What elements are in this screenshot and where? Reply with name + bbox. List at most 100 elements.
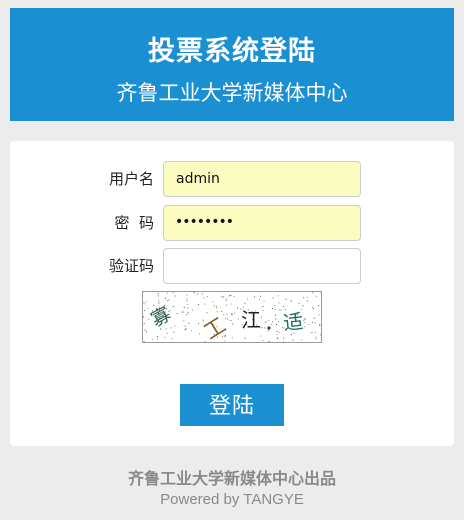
captcha-canvas: 寡 工 江 适: [143, 292, 321, 342]
captcha-noise-speck: [262, 340, 264, 341]
header-banner: 投票系统登陆 齐鲁工业大学新媒体中心: [10, 8, 454, 121]
captcha-noise-speck: [186, 300, 188, 302]
captcha-noise-speck: [290, 300, 292, 302]
captcha-noise-speck: [201, 293, 203, 295]
captcha-noise-speck: [143, 316, 144, 318]
captcha-noise-speck: [207, 295, 208, 297]
captcha-noise-speck: [204, 303, 206, 305]
captcha-noise-speck: [144, 310, 146, 311]
page-title: 投票系统登陆: [148, 36, 316, 67]
captcha-image[interactable]: 寡 工 江 适: [142, 291, 322, 343]
captcha-noise-speck: [174, 325, 176, 327]
captcha-noise-speck: [278, 302, 280, 304]
captcha-noise-speck: [282, 306, 284, 307]
captcha-noise-speck: [319, 324, 321, 326]
captcha-noise-speck: [223, 296, 225, 298]
captcha-noise-speck: [290, 334, 292, 336]
captcha-noise-speck: [157, 335, 158, 337]
password-input[interactable]: ••••••••: [163, 205, 361, 241]
captcha-noise-speck: [204, 340, 206, 342]
captcha-noise-speck: [231, 313, 233, 314]
captcha-noise-speck: [313, 308, 314, 310]
username-label: 用户名: [108, 170, 154, 188]
captcha-noise-speck: [268, 341, 270, 342]
captcha-noise-speck: [216, 307, 218, 309]
captcha-noise-speck: [183, 307, 185, 309]
captcha-noise-speck: [164, 336, 166, 338]
captcha-noise-speck: [221, 295, 223, 297]
captcha-noise-speck: [187, 304, 189, 305]
login-form: 用户名 admin 密 码 •••••••• 验证码 寡 工 江 适 登陆: [10, 141, 454, 446]
captcha-noise-speck: [274, 305, 276, 307]
captcha-noise-speck: [270, 324, 272, 325]
captcha-noise-speck: [146, 301, 148, 303]
captcha-noise-speck: [203, 297, 205, 299]
captcha-noise-speck: [224, 340, 226, 342]
captcha-noise-speck: [300, 339, 302, 341]
captcha-noise-speck: [168, 299, 170, 301]
captcha-label: 验证码: [108, 257, 154, 275]
captcha-noise-speck: [271, 321, 273, 323]
captcha-noise-speck: [316, 296, 318, 298]
captcha-noise-speck: [276, 324, 277, 325]
captcha-noise-speck: [221, 310, 223, 312]
captcha-noise-speck: [169, 310, 171, 311]
captcha-noise-speck: [225, 299, 227, 301]
captcha-noise-speck: [174, 295, 176, 297]
captcha-noise-speck: [264, 327, 266, 329]
captcha-input[interactable]: [163, 248, 361, 284]
captcha-noise-speck: [311, 332, 313, 334]
password-label: 密 码: [114, 214, 154, 232]
captcha-noise-speck: [193, 292, 195, 293]
captcha-noise-speck: [224, 317, 226, 319]
username-input[interactable]: admin: [163, 161, 361, 197]
captcha-noise-speck: [167, 300, 169, 302]
captcha-noise-speck: [147, 308, 149, 310]
captcha-noise-speck: [262, 309, 264, 311]
captcha-noise-speck: [184, 329, 186, 330]
captcha-noise-speck: [244, 337, 246, 339]
captcha-noise-speck: [172, 292, 174, 294]
captcha-noise-speck: [158, 300, 160, 302]
captcha-char-3: 江: [241, 308, 261, 332]
username-value: admin: [176, 171, 220, 187]
captcha-noise-speck: [143, 303, 145, 305]
captcha-noise-speck: [303, 319, 305, 321]
footer-credit: 齐鲁工业大学新媒体中心出品: [127, 469, 336, 488]
captcha-noise-speck: [151, 339, 153, 340]
captcha-noise-speck: [320, 334, 321, 336]
captcha-noise-speck: [318, 314, 320, 316]
login-button[interactable]: 登陆: [180, 384, 284, 426]
captcha-noise-speck: [272, 297, 274, 299]
captcha-noise-speck: [254, 296, 256, 298]
captcha-char-2: 工: [200, 313, 231, 342]
captcha-noise-speck: [314, 331, 316, 333]
captcha-noise-speck: [277, 295, 279, 297]
captcha-noise-speck: [223, 314, 225, 315]
captcha-noise-speck: [226, 298, 228, 300]
captcha-noise-speck: [216, 306, 218, 308]
footer: 齐鲁工业大学新媒体中心出品 Powered by TANGYE: [0, 468, 464, 510]
captcha-noise-speck: [272, 308, 273, 309]
captcha-noise-speck: [146, 331, 147, 333]
captcha-noise-speck: [198, 304, 199, 306]
captcha-noise-speck: [304, 322, 306, 323]
captcha-noise-speck: [166, 292, 168, 294]
captcha-noise-speck: [308, 323, 310, 325]
captcha-noise-speck: [165, 328, 167, 330]
captcha-noise-speck: [262, 306, 264, 307]
captcha-noise-speck: [229, 295, 230, 297]
captcha-noise-speck: [283, 337, 285, 339]
captcha-noise-speck: [265, 321, 267, 323]
captcha-noise-speck: [292, 339, 294, 341]
captcha-noise-speck: [268, 319, 270, 321]
captcha-noise-speck: [184, 325, 186, 327]
captcha-noise-speck: [199, 333, 200, 335]
captcha-noise-speck: [285, 298, 287, 300]
captcha-noise-speck: [231, 337, 233, 339]
captcha-noise-speck: [186, 298, 188, 300]
captcha-noise-speck: [306, 296, 308, 298]
captcha-noise-speck: [171, 338, 173, 339]
captcha-noise-speck: [185, 328, 187, 330]
captcha-noise-speck: [305, 318, 306, 320]
